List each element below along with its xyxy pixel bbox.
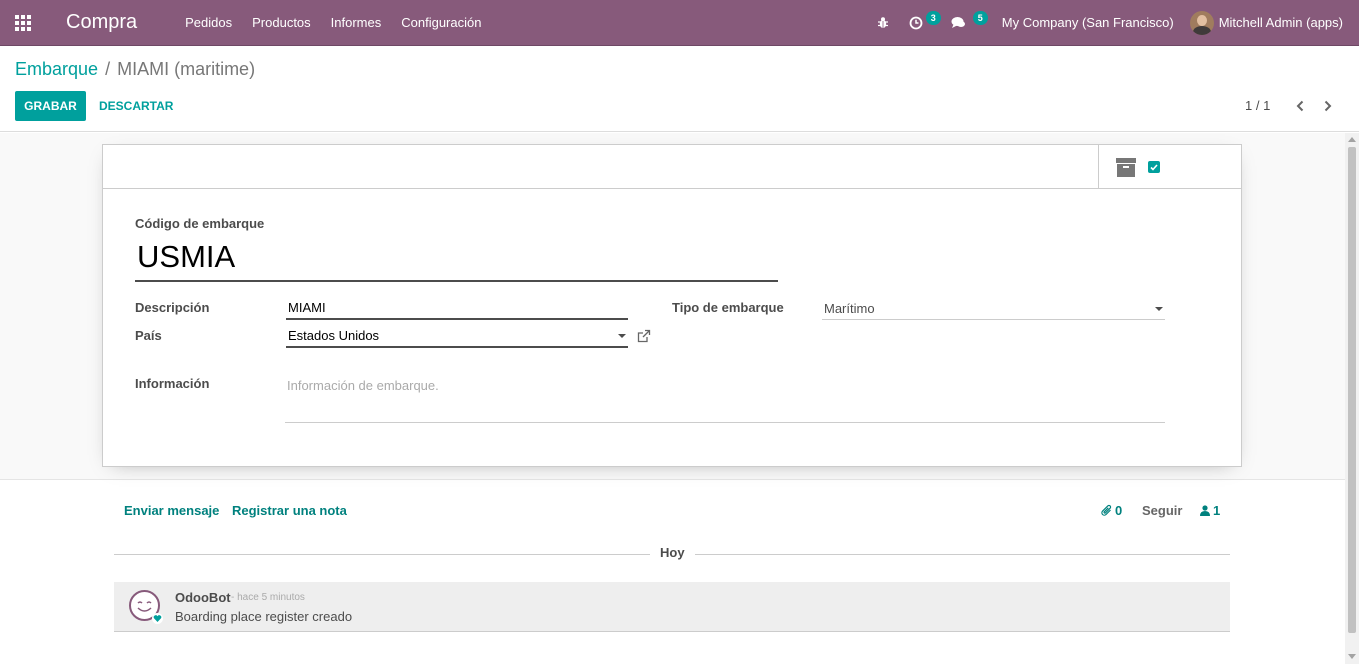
message-time: - hace 5 minutos [231, 592, 305, 603]
message-count-badge: 5 [972, 10, 988, 25]
chevron-down-icon [618, 334, 626, 338]
top-navbar: Compra Pedidos Productos Informes Config… [0, 0, 1359, 46]
breadcrumb-separator: / [105, 59, 111, 79]
pager-value[interactable]: 1 / 1 [1245, 98, 1270, 113]
send-message-button[interactable]: Enviar mensaje [124, 503, 219, 518]
heart-icon [152, 612, 163, 624]
user-name: Mitchell Admin (apps) [1218, 15, 1343, 30]
external-link-icon[interactable] [637, 329, 651, 343]
user-icon [1200, 505, 1210, 516]
pager-next-icon[interactable] [1321, 99, 1335, 113]
activity-clock-icon[interactable]: 3 [899, 0, 941, 46]
follow-button[interactable]: Seguir [1142, 503, 1182, 518]
apps-menu-icon[interactable] [0, 0, 46, 46]
date-separator-label: Hoy [650, 545, 695, 560]
country-label: País [135, 328, 162, 343]
menu-item-productos[interactable]: Productos [242, 0, 321, 46]
debug-bug-icon[interactable] [867, 0, 899, 46]
discard-button[interactable]: DESCARTAR [99, 91, 173, 121]
chatter-message: OdooBot - hace 5 minutos Boarding place … [114, 582, 1230, 632]
message-author[interactable]: OdooBot [175, 590, 231, 605]
archive-icon [1116, 157, 1136, 177]
code-label: Código de embarque [135, 216, 265, 231]
followers-button[interactable]: 1 [1200, 503, 1220, 518]
info-label: Información [135, 376, 210, 391]
button-box [103, 145, 1241, 189]
form-sheet: Código de embarque USMIA Descripción MIA… [102, 144, 1242, 467]
chevron-down-icon [1155, 307, 1163, 311]
pager-previous-icon[interactable] [1293, 99, 1307, 113]
active-toggle-button[interactable] [1098, 145, 1241, 189]
description-input[interactable]: MIAMI [286, 299, 628, 320]
country-select[interactable]: Estados Unidos [286, 327, 628, 348]
attachments-count: 0 [1115, 503, 1123, 518]
user-menu[interactable]: Mitchell Admin (apps) [1189, 10, 1359, 35]
app-name[interactable]: Compra [66, 11, 137, 34]
breadcrumb-parent-link[interactable]: Embarque [15, 59, 98, 80]
shipment-type-value: Marítimo [824, 301, 875, 316]
description-label: Descripción [135, 300, 210, 315]
followers-count: 1 [1213, 503, 1221, 518]
info-textarea[interactable]: Información de embarque. [285, 377, 1165, 423]
breadcrumb: Embarque / MIAMI (maritime) [15, 59, 255, 80]
breadcrumb-current: MIAMI (maritime) [117, 59, 256, 79]
form-content: Código de embarque USMIA Descripción MIA… [0, 133, 1345, 664]
scroll-up-arrow-icon[interactable] [1348, 137, 1356, 142]
systray: 3 5 My Company (San Francisco) Mitchell … [867, 0, 1359, 46]
messaging-comments-icon[interactable]: 5 [941, 0, 988, 46]
scrollbar[interactable] [1345, 133, 1359, 664]
paperclip-icon [1101, 504, 1112, 516]
main-menu: Pedidos Productos Informes Configuración [175, 0, 491, 46]
menu-item-pedidos[interactable]: Pedidos [175, 0, 242, 46]
active-checkbox[interactable] [1148, 161, 1160, 173]
save-button[interactable]: GRABAR [15, 91, 86, 121]
control-panel: Embarque / MIAMI (maritime) GRABAR DESCA… [0, 46, 1359, 132]
country-value: Estados Unidos [288, 328, 380, 343]
shipment-type-label: Tipo de embarque [672, 300, 784, 315]
attachments-button[interactable]: 0 [1101, 503, 1122, 518]
menu-item-configuracion[interactable]: Configuración [391, 0, 491, 46]
company-switcher[interactable]: My Company (San Francisco) [988, 15, 1190, 30]
shipment-type-select[interactable]: Marítimo [822, 300, 1165, 320]
log-note-button[interactable]: Registrar una nota [232, 503, 347, 518]
message-body: Boarding place register creado [175, 609, 353, 624]
code-input[interactable]: USMIA [135, 238, 778, 282]
activity-count-badge: 3 [925, 10, 941, 25]
menu-item-informes[interactable]: Informes [321, 0, 392, 46]
user-avatar [1189, 10, 1214, 35]
scrollbar-thumb[interactable] [1348, 147, 1356, 633]
scroll-down-arrow-icon[interactable] [1348, 654, 1356, 659]
